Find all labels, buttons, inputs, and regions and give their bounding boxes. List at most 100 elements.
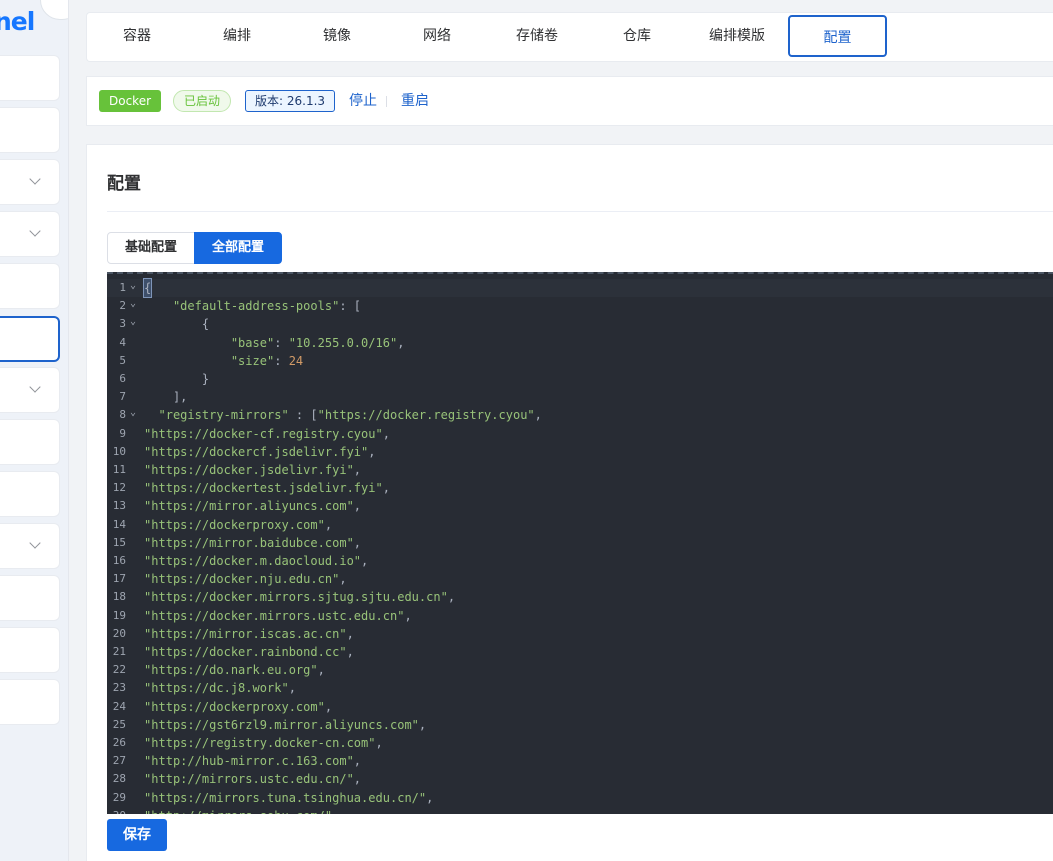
sidebar-item-expandable[interactable] — [0, 211, 60, 257]
full-config-tab[interactable]: 全部配置 — [194, 232, 282, 264]
code-text: "https://dockercf.jsdelivr.fyi", — [144, 444, 376, 459]
code-text: "https://docker.m.daocloud.io", — [144, 554, 369, 568]
code-line: 9 "https://docker-cf.registry.cyou", — [107, 425, 1053, 443]
tab-compose[interactable]: 编排 — [187, 15, 287, 57]
line-number: 14 — [112, 517, 126, 531]
docker-tabs: 容器 编排 镜像 网络 存储卷 仓库 编排模版 配置 — [86, 12, 1053, 62]
code-text: "https://docker.jsdelivr.fyi", — [144, 463, 362, 477]
code-line: 28 "http://mirrors.ustc.edu.cn/", — [107, 770, 1053, 788]
fold-chevron-icon[interactable]: ⌄ — [130, 277, 136, 295]
line-number: 26 — [112, 736, 126, 749]
fold-chevron-icon[interactable]: ⌄ — [130, 404, 136, 422]
code-text: "default-address-pools": [ — [172, 299, 362, 314]
stop-button[interactable]: 停止 — [349, 90, 377, 112]
sidebar-item-expandable[interactable] — [0, 367, 60, 413]
line-number: 11 — [112, 463, 126, 476]
code-text: { — [142, 278, 153, 298]
sidebar-item[interactable] — [0, 263, 60, 309]
code-text: "https://dockerproxy.com", — [144, 699, 333, 714]
code-line: 26 "https://registry.docker-cn.com", — [107, 734, 1053, 752]
sidebar-item[interactable] — [0, 575, 60, 621]
code-line: 7 ], — [107, 388, 1053, 406]
sidebar-item[interactable] — [0, 471, 60, 517]
code-text: "https://dc.j8.work", — [144, 681, 296, 696]
line-number: 16 — [112, 554, 126, 567]
code-text: "http://hub-mirror.c.163.com", — [144, 754, 362, 769]
collapse-toggle[interactable] — [40, 0, 68, 20]
version-badge: 版本: 26.1.3 — [245, 90, 336, 112]
code-line: 14 "https://dockerproxy.com", — [107, 516, 1053, 534]
logo-text: nel — [0, 7, 35, 36]
code-text: "https://mirror.aliyuncs.com", — [144, 499, 362, 514]
code-text: "https://dockertest.jsdelivr.fyi", — [144, 481, 390, 496]
code-line: 4 "base": "10.255.0.0/16", — [107, 334, 1053, 352]
docker-tag: Docker — [99, 90, 162, 112]
code-line: 8 ⌄ "registry-mirrors" : ["https://docker… — [107, 406, 1053, 424]
code-line: 25 "https://gst6rzl9.mirror.aliyuncs.com"… — [107, 716, 1053, 734]
line-number: 3 — [119, 317, 126, 331]
sidebar-item[interactable] — [0, 107, 60, 153]
code-text: "https://do.nark.eu.org", — [144, 663, 325, 678]
line-number: 1 — [119, 281, 126, 294]
docker-status-bar: Docker 已启动 版本: 26.1.3 停止 重启 — [86, 76, 1053, 126]
sidebar-item-expandable[interactable] — [0, 159, 60, 205]
code-line: 15 "https://mirror.baidubce.com", — [107, 534, 1053, 552]
code-text: "https://dockerproxy.com", — [144, 517, 333, 532]
code-text: ], — [172, 390, 188, 405]
line-number: 24 — [112, 699, 126, 713]
tab-volumes[interactable]: 存储卷 — [487, 15, 587, 57]
code-line: 20 "https://mirror.iscas.ac.cn", — [107, 625, 1053, 643]
tab-networks[interactable]: 网络 — [387, 15, 487, 57]
code-text: "https://mirror.baidubce.com", — [144, 535, 362, 550]
code-text: "size": 24 — [230, 353, 304, 368]
sidebar-item[interactable] — [0, 627, 60, 673]
tab-containers[interactable]: 容器 — [87, 15, 187, 57]
code-text: "base": "10.255.0.0/16", — [230, 335, 405, 350]
basic-config-tab[interactable]: 基础配置 — [107, 232, 195, 264]
line-number: 6 — [119, 372, 126, 385]
code-line: 19 "https://docker.mirrors.ustc.edu.cn", — [107, 607, 1053, 625]
line-number: 9 — [119, 426, 126, 440]
save-button[interactable]: 保存 — [107, 819, 167, 851]
code-line: 11 "https://docker.jsdelivr.fyi", — [107, 461, 1053, 479]
fold-chevron-icon[interactable]: ⌄ — [130, 313, 136, 331]
tab-repositories[interactable]: 仓库 — [587, 15, 687, 57]
line-number: 17 — [112, 572, 126, 586]
line-number: 18 — [112, 590, 126, 604]
tab-images[interactable]: 镜像 — [287, 15, 387, 57]
line-number: 10 — [112, 444, 126, 458]
restart-button[interactable]: 重启 — [401, 90, 429, 112]
page-title: 配置 — [107, 174, 141, 194]
settings-panel: 配置 基础配置 全部配置 1 ⌄ {2 ⌄ "default-address-pool… — [86, 144, 1053, 861]
line-number: 23 — [112, 681, 126, 695]
code-line: 3 ⌄ { — [107, 315, 1053, 333]
code-text: "https://docker.rainbond.cc", — [144, 645, 354, 659]
json-code-editor[interactable]: 1 ⌄ {2 ⌄ "default-address-pools": [3 ⌄ {4 "b… — [107, 272, 1053, 814]
sidebar-item[interactable] — [0, 679, 60, 725]
divider — [386, 96, 387, 107]
tab-settings[interactable]: 配置 — [788, 15, 887, 57]
code-text: "https://gst6rzl9.mirror.aliyuncs.com", — [144, 717, 427, 732]
sidebar-item-active[interactable] — [0, 316, 60, 362]
line-number: 27 — [112, 754, 126, 768]
code-text: "https://docker-cf.registry.cyou", — [144, 426, 390, 441]
code-line: 23 "https://dc.j8.work", — [107, 679, 1053, 697]
chevron-down-icon — [29, 173, 41, 185]
fold-chevron-icon[interactable]: ⌄ — [130, 295, 136, 313]
code-line: 30 "http://mirrors.sohu.com/" — [107, 807, 1053, 814]
app-logo[interactable]: nel — [0, 0, 68, 48]
status-badge: 已启动 — [173, 90, 232, 112]
line-number: 12 — [112, 481, 126, 495]
code-text: "https://docker.mirrors.ustc.edu.cn", — [144, 608, 412, 623]
line-number: 5 — [119, 353, 126, 367]
line-number: 21 — [112, 645, 126, 658]
code-text: "https://docker.nju.edu.cn", — [144, 572, 347, 587]
code-text: } — [201, 372, 210, 386]
sidebar-item-expandable[interactable] — [0, 523, 60, 569]
code-line: 18 "https://docker.mirrors.sjtug.sjtu.edu… — [107, 588, 1053, 606]
sidebar-item[interactable] — [0, 55, 60, 101]
code-line: 16 "https://docker.m.daocloud.io", — [107, 552, 1053, 570]
tab-compose-templates[interactable]: 编排模版 — [687, 15, 787, 57]
sidebar-item[interactable] — [0, 419, 60, 465]
code-line: 24 "https://dockerproxy.com", — [107, 698, 1053, 716]
